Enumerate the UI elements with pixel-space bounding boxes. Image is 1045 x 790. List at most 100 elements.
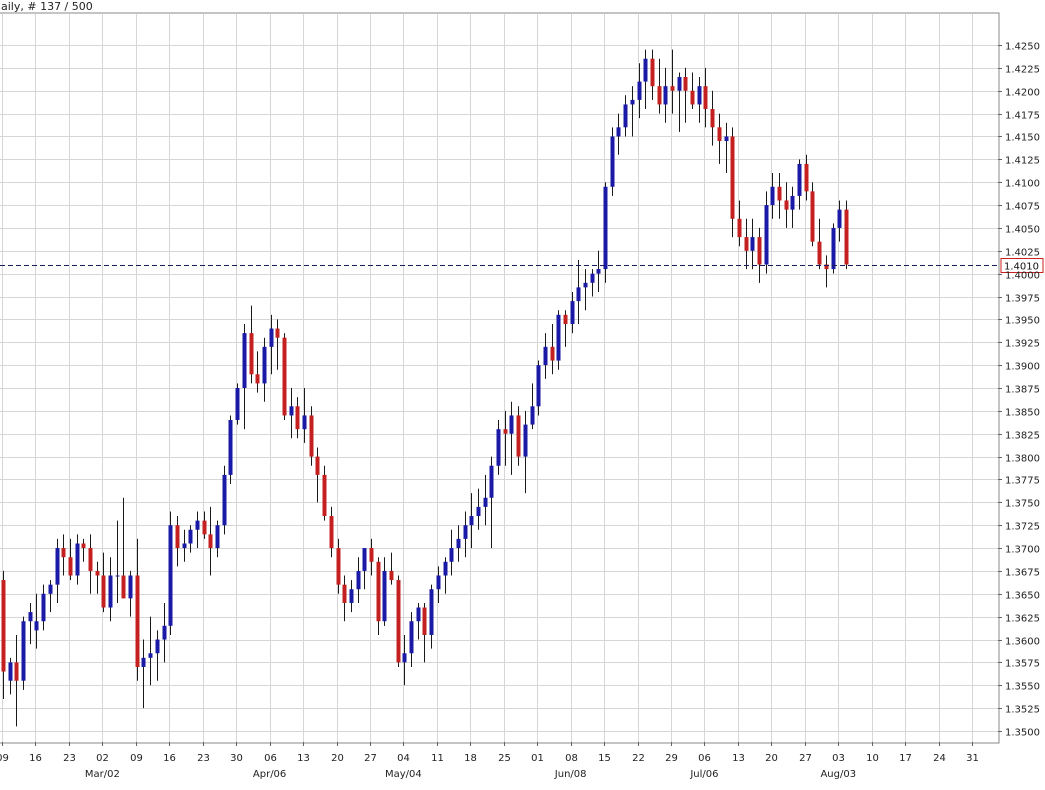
y-tick-label: 1.3825 [1005,431,1040,442]
candle[interactable] [844,200,849,270]
candle[interactable] [228,415,233,485]
x-tick-label: 29 [665,753,678,764]
candle-body-bear [810,191,815,242]
candle-body-bear [295,406,300,430]
candle-body-bull [489,465,494,498]
x-tick-label: 20 [765,753,778,764]
candle-body-bear [650,58,655,87]
candle-body-bear [817,241,822,265]
candle-body-bear [81,543,86,549]
x-tick-label: 02 [96,753,109,764]
candle-body-bear [376,561,381,622]
candle-body-bear [14,662,19,681]
candle-body-bear [550,346,555,361]
x-tick-label: 03 [832,753,845,764]
y-tick-label: 1.3650 [1005,591,1040,602]
candle-body-bear [369,548,374,562]
chart-header-title: aily, # 137 / 500 [1,0,93,13]
x-tick-label: 04 [397,753,410,764]
candle[interactable] [222,465,227,535]
candle-body-bull [262,346,267,384]
y-tick-label: 1.3500 [1005,728,1040,739]
candle-body-bull [443,561,448,576]
candle-body-bear [282,337,287,416]
x-tick-label: 24 [933,753,946,764]
y-tick-label: 1.4225 [1005,65,1040,76]
candle-body-bear [255,374,260,384]
y-tick-label: 1.3700 [1005,545,1040,556]
candle-body-bull [677,77,682,91]
x-month-label: May/04 [385,769,422,780]
candle-body-bear [503,429,508,434]
x-tick-label: 22 [632,753,645,764]
y-tick-label: 1.3800 [1005,454,1040,465]
candle-body-bull [362,548,367,571]
candle-body-bull [402,653,407,663]
candle-body-bull [409,621,414,654]
candle[interactable] [396,575,401,667]
candle-body-bull [148,653,153,658]
y-tick-label: 1.3625 [1005,614,1040,625]
candle-body-bear [88,548,93,571]
candle-body-bull [436,575,441,590]
candle[interactable] [168,511,173,635]
candle[interactable] [610,127,615,196]
y-tick-label: 1.3775 [1005,476,1040,487]
candle-body-bear [121,575,126,599]
y-tick-label: 1.3675 [1005,568,1040,579]
y-tick-label: 1.4050 [1005,225,1040,236]
y-tick-label: 1.4200 [1005,88,1040,99]
candle-body-bull [463,525,468,539]
x-tick-label: 16 [163,753,176,764]
candle[interactable] [21,616,26,690]
candle-body-bull [790,195,795,210]
candle-body-bear [717,127,722,142]
x-tick-label: 27 [799,753,812,764]
candle-body-bear [275,328,280,338]
candle-body-bear [516,415,521,457]
candle[interactable] [603,182,608,283]
x-month-label: Aug/03 [820,769,856,780]
candle-body-bull [228,420,233,475]
x-tick-label: 23 [63,753,76,764]
y-tick-label: 1.3900 [1005,362,1040,373]
candle-body-bear [737,218,742,238]
candle-body-bull [115,575,120,577]
x-tick-label: 25 [498,753,511,764]
candle-body-bull [168,525,173,626]
candle-body-bull [697,86,702,105]
candle-body-bull [770,186,775,206]
candle[interactable] [282,333,287,421]
candle-body-bull [429,589,434,635]
candle-body-bear [389,570,394,581]
candle-body-bear [336,548,341,585]
x-month-label: Jun/08 [554,769,587,780]
candle-body-bull [55,548,60,585]
chart-root: 1.4010 1.3500 1.3525 1.3550 1.3575 1.3600 1.3… [0,0,1045,786]
y-tick-label: 1.3725 [1005,522,1040,533]
x-tick-label: 16 [29,753,42,764]
candle-body-bull [509,415,514,434]
x-tick-label: 06 [264,753,277,764]
x-tick-label: 27 [364,753,377,764]
candle-body-bear [563,314,568,324]
candle-body-bull [141,657,146,667]
candle-body-bull [496,429,501,466]
candle[interactable] [831,223,836,274]
candle-body-bull [797,163,802,196]
candle-body-bear [249,333,254,375]
candle-body-bear [784,200,789,210]
candlestick-chart[interactable]: 1.4010 1.35001.35251.35501.35751.36001.3… [0,0,1045,786]
candle-body-bear [804,163,809,192]
candle-body-bull [188,529,193,544]
y-tick-label: 1.3850 [1005,408,1040,419]
candle-body-bear [730,136,735,219]
candle-body-bull [48,584,53,594]
candle[interactable] [235,383,240,425]
y-tick-label: 1.3525 [1005,705,1040,716]
candle-body-bear [757,237,762,265]
candle-body-bull [590,273,595,283]
candle[interactable] [810,182,815,247]
candle-body-bear [844,209,849,265]
y-tick-label: 1.3950 [1005,316,1040,327]
